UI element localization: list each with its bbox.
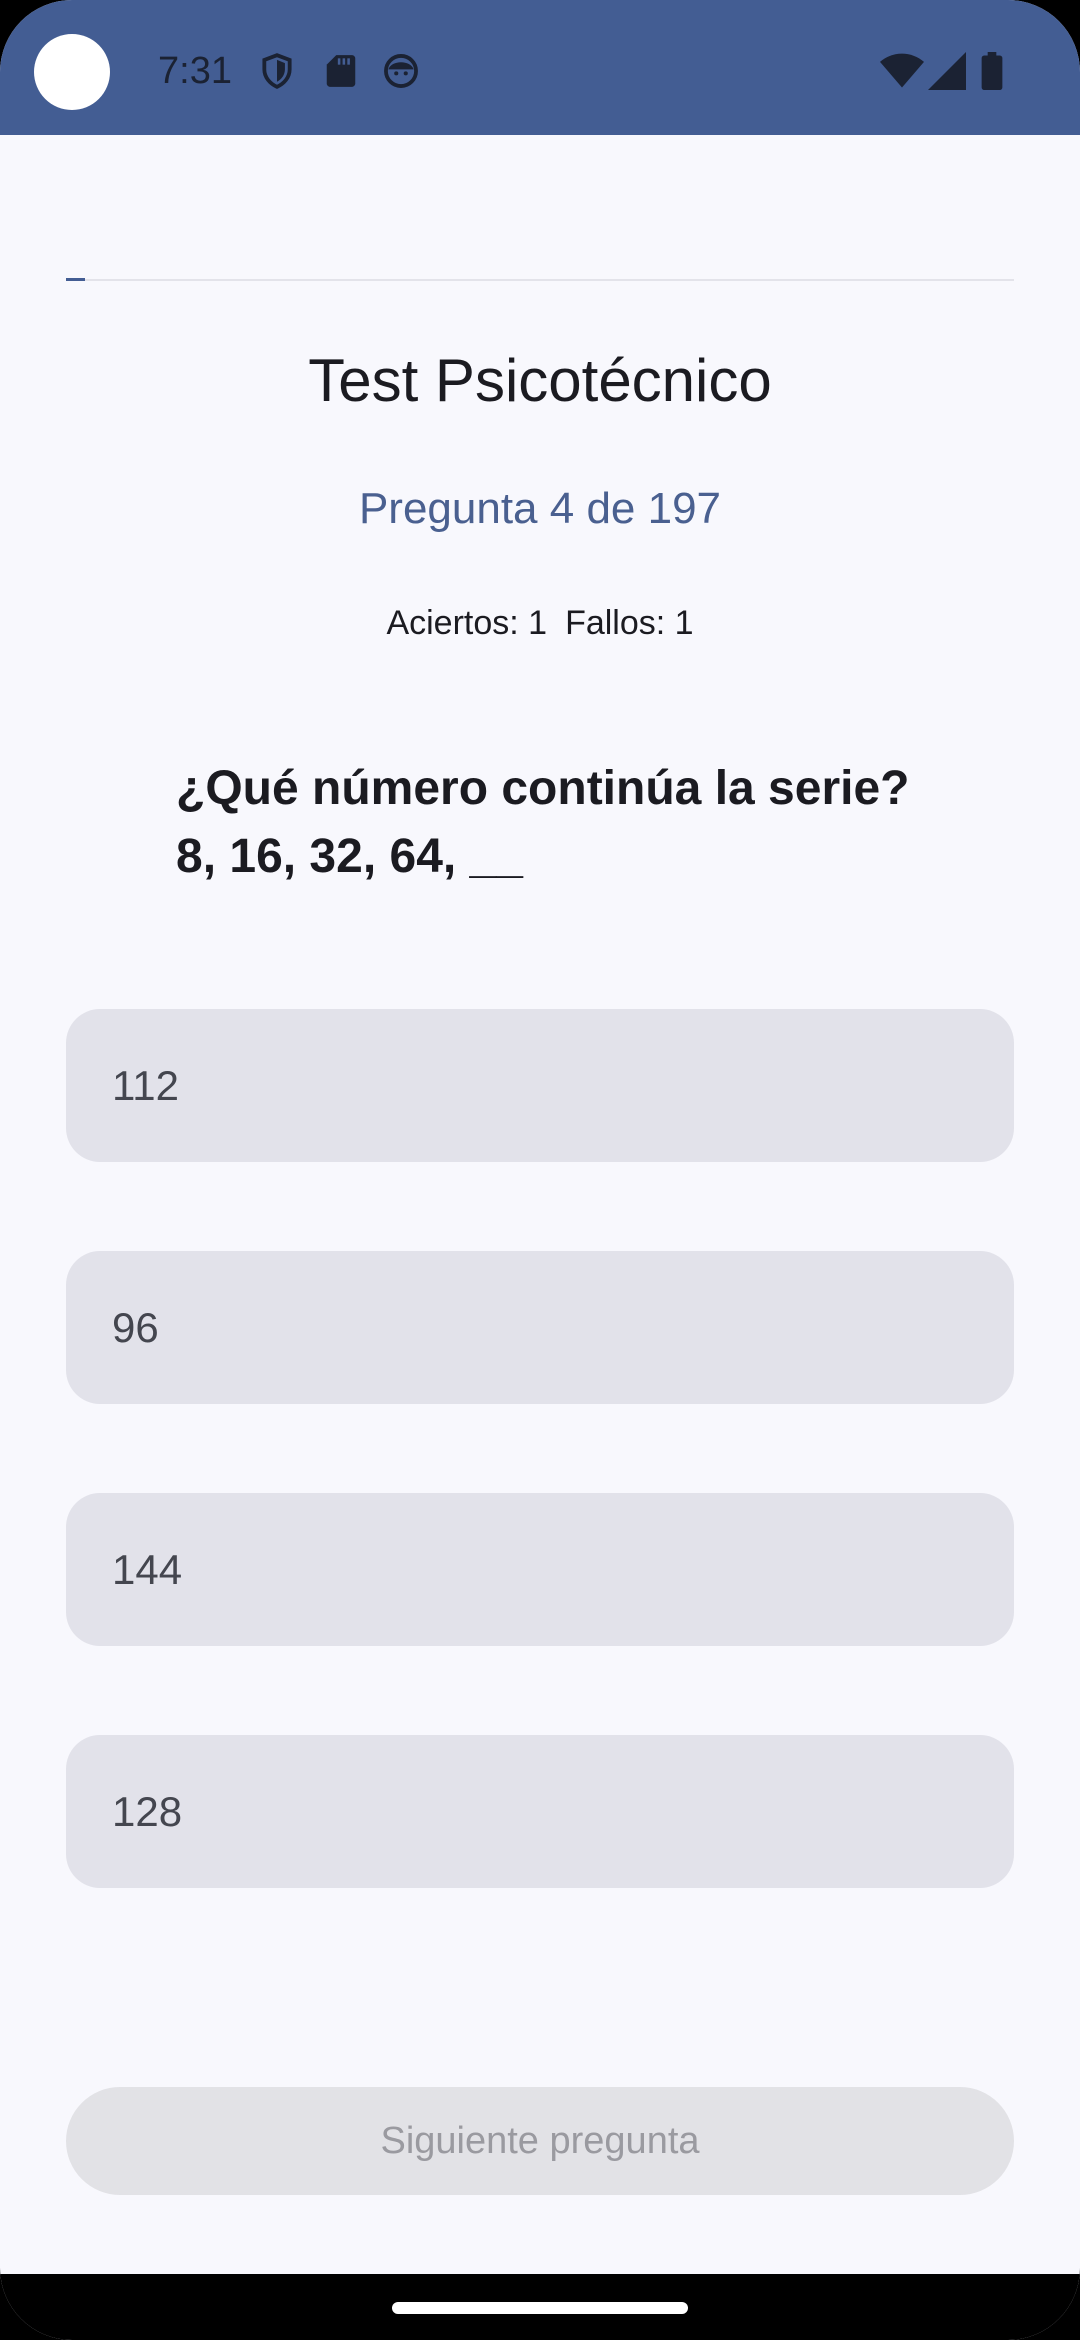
camera-cutout: [34, 34, 110, 110]
sd-card-icon: [326, 55, 356, 87]
score-line: Aciertos: 1 Fallos: 1: [0, 604, 1080, 643]
status-bar: 7:31: [0, 0, 1080, 135]
page-title: Test Psicotécnico: [308, 347, 772, 414]
home-indicator[interactable]: [392, 2302, 688, 2314]
hits-count: Aciertos: 1: [386, 604, 548, 642]
answer-option-3[interactable]: 144: [66, 1493, 1014, 1646]
answer-option-4[interactable]: 128: [66, 1735, 1014, 1888]
wifi-icon: [880, 53, 924, 88]
status-time: 7:31: [158, 50, 232, 92]
question-text: ¿Qué número continúa la serie? 8, 16, 32…: [176, 755, 976, 891]
progress-fill: [66, 278, 85, 281]
signal-icon: [928, 52, 966, 90]
next-question-button[interactable]: Siguiente pregunta: [66, 2087, 1014, 2195]
face-icon: [384, 54, 418, 88]
question-counter: Pregunta 4 de 197: [358, 484, 722, 533]
misses-count: Fallos: 1: [565, 604, 694, 642]
app-screen: 7:31 Test Psicotécnico Pregunta 4 de 197…: [0, 0, 1080, 2340]
progress-bar: [66, 278, 1014, 281]
question-line-2: 8, 16, 32, 64, __: [176, 830, 523, 883]
answer-option-2[interactable]: 96: [66, 1251, 1014, 1404]
question-line-1: ¿Qué número continúa la serie?: [176, 762, 910, 815]
answer-option-1[interactable]: 112: [66, 1009, 1014, 1162]
battery-icon: [981, 52, 1003, 90]
shield-icon: [262, 53, 292, 89]
